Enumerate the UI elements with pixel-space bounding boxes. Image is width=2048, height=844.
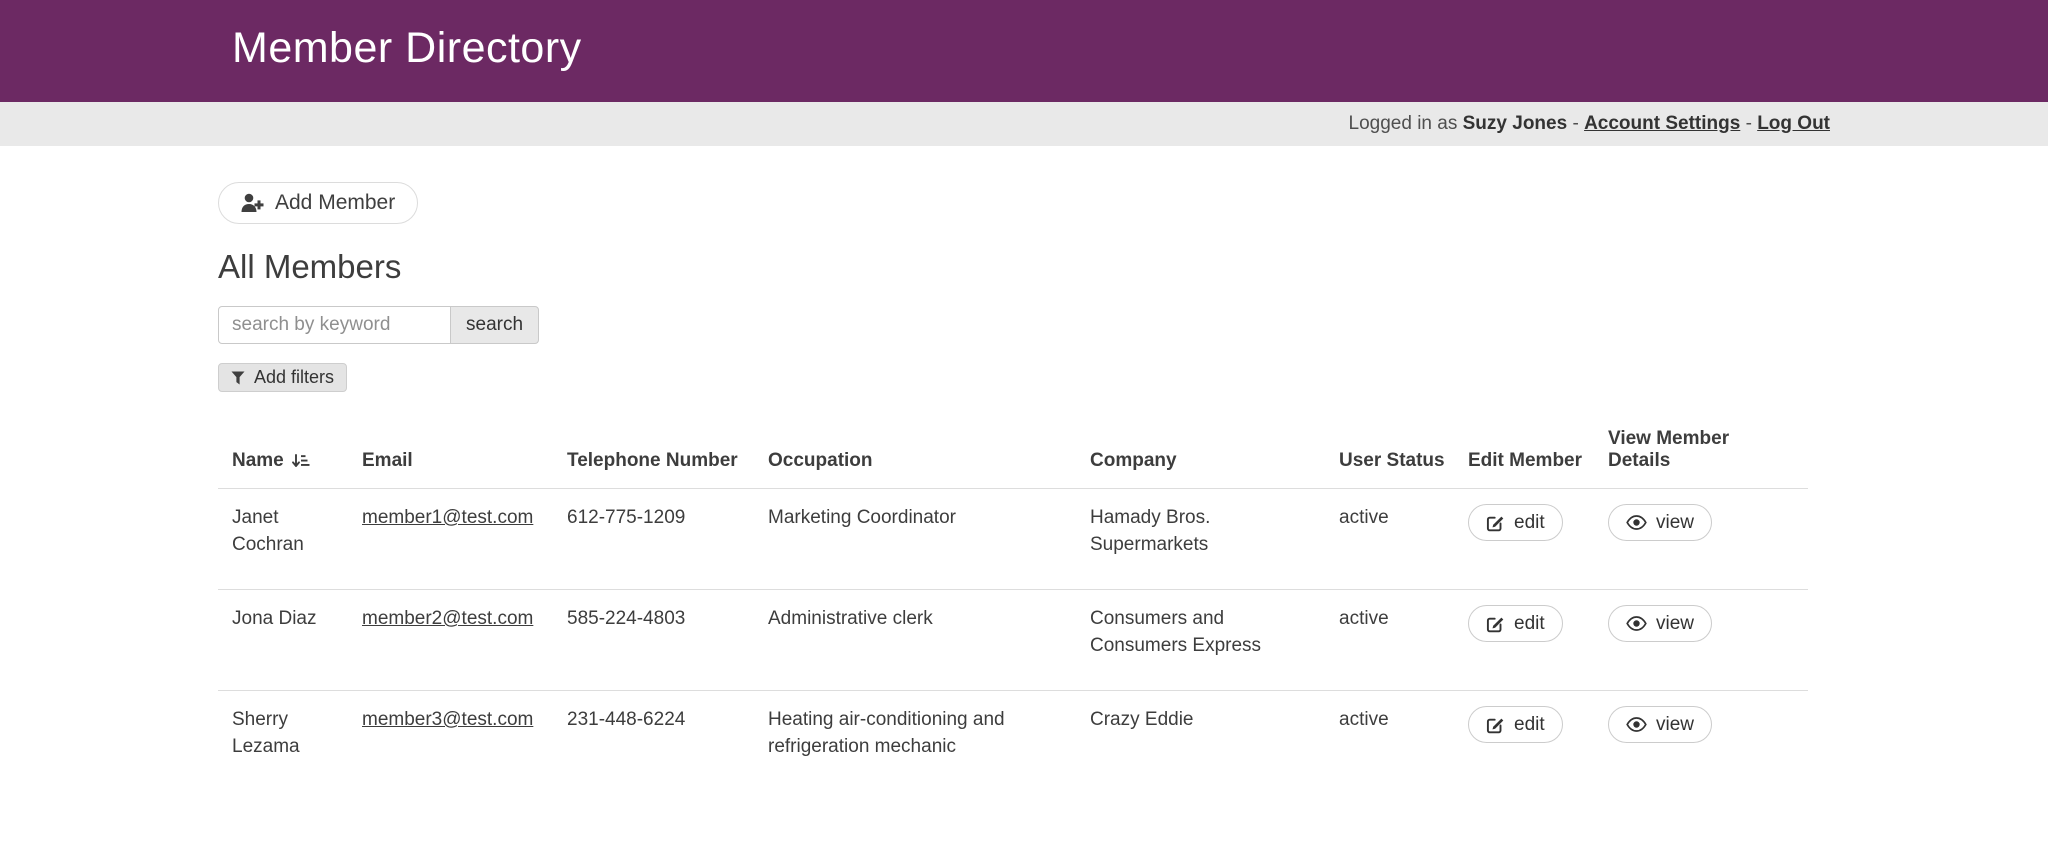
edit-label: edit <box>1514 714 1545 736</box>
column-header-phone: Telephone Number <box>567 418 768 489</box>
view-member-button[interactable]: view <box>1608 605 1712 642</box>
table-row: Janet Cochran member1@test.com 612-775-1… <box>218 489 1808 590</box>
add-filters-label: Add filters <box>254 367 334 388</box>
member-name: Janet Cochran <box>218 489 362 590</box>
member-email-link[interactable]: member1@test.com <box>362 507 533 528</box>
member-phone: 612-775-1209 <box>567 489 768 590</box>
separator: - <box>1740 113 1757 135</box>
view-label: view <box>1656 714 1694 736</box>
account-settings-link[interactable]: Account Settings <box>1584 113 1740 135</box>
member-status: active <box>1339 691 1468 792</box>
member-occupation: Administrative clerk <box>768 590 1090 691</box>
member-name: Sherry Lezama <box>218 691 362 792</box>
table-row: Jona Diaz member2@test.com 585-224-4803 … <box>218 590 1808 691</box>
member-phone: 231-448-6224 <box>567 691 768 792</box>
edit-label: edit <box>1514 613 1545 635</box>
member-status: active <box>1339 590 1468 691</box>
logged-in-username: Suzy Jones <box>1463 113 1568 135</box>
page-title: Member Directory <box>218 24 1830 73</box>
add-filters-button[interactable]: Add filters <box>218 363 347 392</box>
log-out-link[interactable]: Log Out <box>1757 113 1830 135</box>
column-header-user-status: User Status <box>1339 418 1468 489</box>
all-members-heading: All Members <box>218 248 1830 286</box>
view-label: view <box>1656 613 1694 635</box>
add-member-button[interactable]: Add Member <box>218 182 418 224</box>
column-header-view-member-details: View Member Details <box>1608 418 1808 489</box>
filter-funnel-icon <box>231 371 245 385</box>
member-name: Jona Diaz <box>218 590 362 691</box>
view-member-button[interactable]: view <box>1608 504 1712 541</box>
edit-pencil-icon <box>1486 513 1505 532</box>
member-status: active <box>1339 489 1468 590</box>
column-header-company: Company <box>1090 418 1339 489</box>
edit-pencil-icon <box>1486 614 1505 633</box>
user-plus-icon <box>241 193 264 213</box>
add-member-label: Add Member <box>275 191 395 215</box>
user-session-bar: Logged in as Suzy Jones - Account Settin… <box>0 102 2048 146</box>
column-header-edit-member: Edit Member <box>1468 418 1608 489</box>
member-company: Hamady Bros. Supermarkets <box>1090 489 1339 590</box>
member-occupation: Marketing Coordinator <box>768 489 1090 590</box>
member-phone: 585-224-4803 <box>567 590 768 691</box>
member-company: Consumers and Consumers Express <box>1090 590 1339 691</box>
member-email-link[interactable]: member3@test.com <box>362 709 533 730</box>
member-occupation: Heating air-conditioning and refrigerati… <box>768 691 1090 792</box>
edit-label: edit <box>1514 512 1545 534</box>
column-header-name: Name <box>218 418 362 489</box>
edit-member-button[interactable]: edit <box>1468 504 1563 541</box>
separator: - <box>1567 113 1584 135</box>
search-bar: search <box>218 306 1830 344</box>
member-email-link[interactable]: member2@test.com <box>362 608 533 629</box>
edit-pencil-icon <box>1486 715 1505 734</box>
app-header: Member Directory <box>0 0 2048 102</box>
table-header-row: Name Email Telephone Number Occu <box>218 418 1808 489</box>
eye-icon <box>1626 616 1647 631</box>
search-input[interactable] <box>218 306 451 344</box>
logged-in-label: Logged in as <box>1349 113 1463 135</box>
table-row: Sherry Lezama member3@test.com 231-448-6… <box>218 691 1808 792</box>
column-header-occupation: Occupation <box>768 418 1090 489</box>
edit-member-button[interactable]: edit <box>1468 706 1563 743</box>
edit-member-button[interactable]: edit <box>1468 605 1563 642</box>
view-member-button[interactable]: view <box>1608 706 1712 743</box>
column-header-email: Email <box>362 418 567 489</box>
eye-icon <box>1626 717 1647 732</box>
search-button[interactable]: search <box>450 306 539 344</box>
eye-icon <box>1626 515 1647 530</box>
sort-icon[interactable] <box>291 452 310 471</box>
members-table: Name Email Telephone Number Occu <box>218 418 1808 791</box>
member-company: Crazy Eddie <box>1090 691 1339 792</box>
view-label: view <box>1656 512 1694 534</box>
